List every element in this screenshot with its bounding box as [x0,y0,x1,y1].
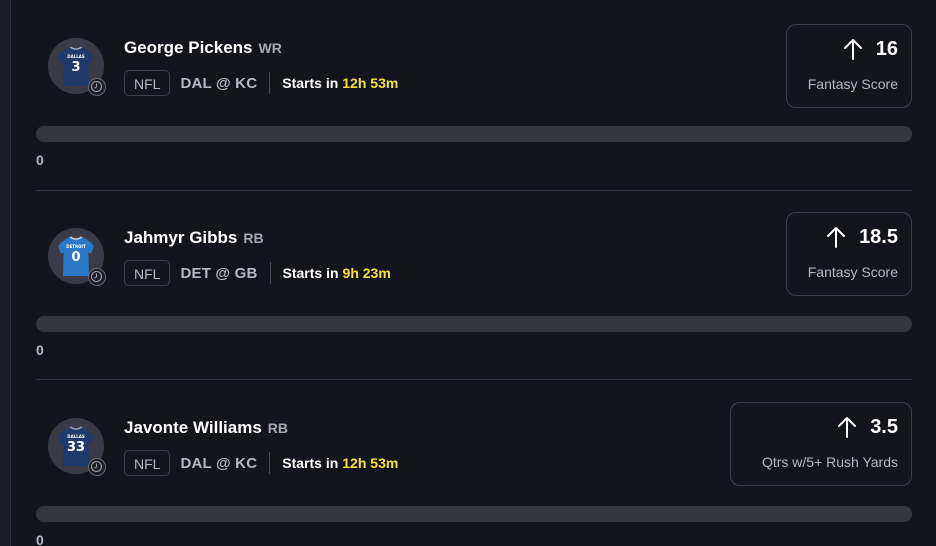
projection-card[interactable]: DETROIT 0 Jahmyr Gibbs RB NFL DET @ GB St… [36,190,912,378]
matchup: DET @ GB [180,264,258,282]
stat-label: Fantasy Score [807,264,898,280]
player-heading: George Pickens WR [124,38,282,58]
stat-line-box[interactable]: 3.5 Qtrs w/5+ Rush Yards [730,402,912,486]
jersey-wordmark: DALLAS [67,434,85,439]
progress-bar [36,506,912,522]
matchup: DAL @ KC [180,454,258,472]
projection-card[interactable]: DALLAS 3 George Pickens WR NFL DAL @ KC S… [36,0,912,188]
game-info: NFL DAL @ KC Starts in 12h 53m [124,69,398,97]
player-name[interactable]: Javonte Williams [124,418,262,437]
meta-divider [269,452,271,474]
jersey-wordmark: DETROIT [66,244,86,249]
stat-label: Qtrs w/5+ Rush Yards [761,454,898,470]
starts-label: Starts in [282,75,339,91]
line-value: 18.5 [859,225,898,248]
arrow-up-icon [827,227,846,248]
progress-value: 0 [36,152,44,168]
progress-value: 0 [36,532,44,546]
jersey-wordmark: DALLAS [67,54,85,59]
game-info: NFL DET @ GB Starts in 9h 23m [124,259,391,287]
projection-card[interactable]: DALLAS 33 Javonte Williams RB NFL DAL @ K… [36,380,912,546]
league-badge: NFL [124,450,171,476]
countdown: 12h 53m [342,75,399,91]
countdown: 12h 53m [342,455,399,471]
arrow-up-icon [843,39,862,60]
clock-icon [88,78,106,96]
jersey-number: 33 [67,440,85,455]
progress-value: 0 [36,342,44,358]
player-position: RB [267,420,289,436]
player-avatar: DALLAS 33 [48,418,106,476]
line-value: 16 [875,37,898,60]
clock-icon [88,458,106,476]
meta-divider [269,262,271,284]
player-position: RB [243,230,264,246]
countdown: 9h 23m [342,265,391,281]
jersey-number: 0 [71,250,80,265]
player-name[interactable]: Jahmyr Gibbs [124,228,237,247]
stat-line-box[interactable]: 16 Fantasy Score [786,24,912,108]
starts-label: Starts in [282,455,339,471]
player-avatar: DALLAS 3 [48,38,106,96]
player-heading: Javonte Williams RB [124,418,288,438]
line-value: 3.5 [870,415,898,438]
progress-bar [36,126,912,142]
matchup: DAL @ KC [180,74,258,92]
jersey-number: 3 [71,60,80,75]
game-info: NFL DAL @ KC Starts in 12h 53m [124,449,398,477]
progress-bar [36,316,912,332]
league-badge: NFL [124,70,171,96]
left-rail [0,0,11,546]
player-position: WR [258,40,282,56]
starts-label: Starts in [282,265,339,281]
player-avatar: DETROIT 0 [48,228,106,286]
projections-page: DALLAS 3 George Pickens WR NFL DAL @ KC S… [0,0,936,546]
clock-icon [88,268,106,286]
stat-line-box[interactable]: 18.5 Fantasy Score [786,212,912,296]
player-name[interactable]: George Pickens [124,38,253,57]
meta-divider [269,72,271,94]
league-badge: NFL [124,260,171,286]
arrow-up-icon [838,417,857,438]
stat-label: Fantasy Score [807,76,898,92]
player-heading: Jahmyr Gibbs RB [124,228,264,248]
